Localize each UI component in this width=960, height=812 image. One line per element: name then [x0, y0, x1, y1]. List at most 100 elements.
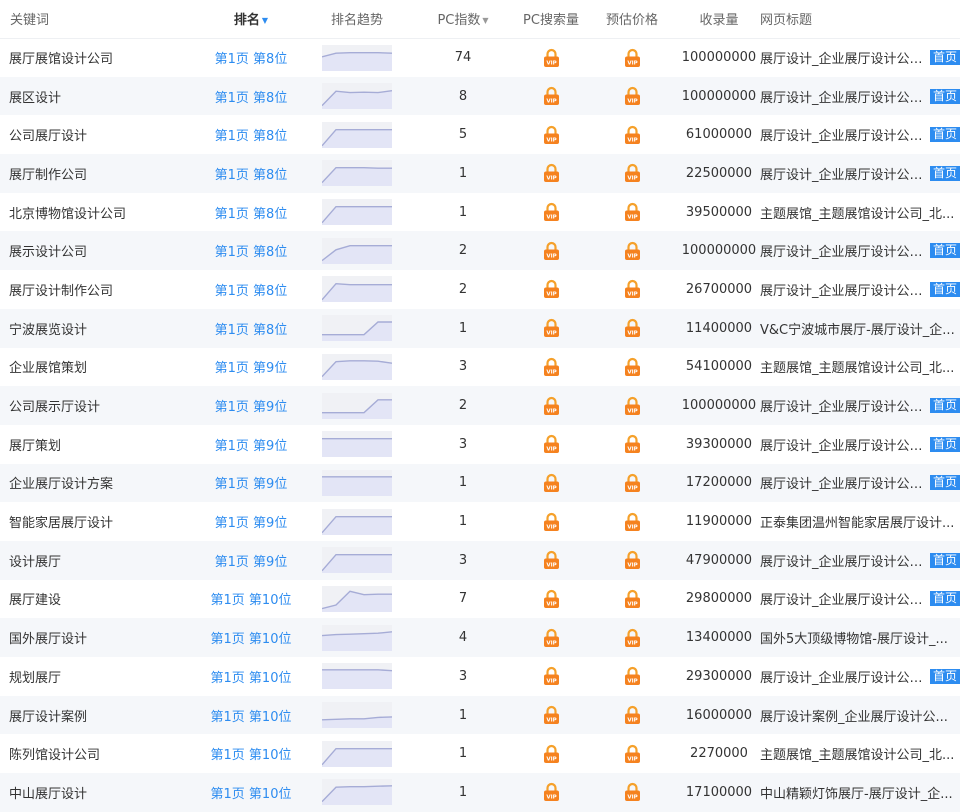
rank-cell[interactable]: 第1页 第9位: [196, 464, 306, 503]
rank-trend-sparkline[interactable]: [322, 121, 392, 148]
rank-link[interactable]: 第1页 第9位: [215, 555, 288, 570]
vip-lock-icon[interactable]: VIP: [624, 628, 641, 648]
page-title-link[interactable]: 展厅设计_企业展厅设计公司_: [760, 164, 929, 183]
rank-link[interactable]: 第1页 第8位: [215, 323, 288, 338]
page-title-link[interactable]: 主题展馆_主题展馆设计公司_北...: [760, 203, 954, 222]
page-title-cell[interactable]: 正泰集团温州智能家居展厅设计...: [758, 502, 960, 541]
header-pc-index[interactable]: PC指数 ▼: [408, 0, 518, 39]
page-title-link[interactable]: 展厅设计_企业展厅设计公司_: [760, 87, 929, 106]
page-title-cell[interactable]: 展厅设计_企业展厅设计公司_ 首页: [758, 154, 960, 193]
rank-trend-sparkline[interactable]: [322, 276, 392, 303]
vip-lock-icon[interactable]: VIP: [543, 473, 560, 493]
rank-trend-sparkline[interactable]: [322, 237, 392, 264]
rank-link[interactable]: 第1页 第10位: [211, 787, 292, 802]
vip-lock-icon[interactable]: VIP: [543, 241, 560, 261]
vip-lock-icon[interactable]: VIP: [624, 705, 641, 725]
rank-link[interactable]: 第1页 第9位: [215, 361, 288, 376]
rank-link[interactable]: 第1页 第10位: [211, 748, 292, 763]
vip-lock-icon[interactable]: VIP: [624, 48, 641, 68]
rank-link[interactable]: 第1页 第8位: [215, 284, 288, 299]
vip-lock-icon[interactable]: VIP: [543, 628, 560, 648]
vip-lock-icon[interactable]: VIP: [543, 279, 560, 299]
rank-link[interactable]: 第1页 第9位: [215, 400, 288, 415]
rank-trend-sparkline[interactable]: [322, 547, 392, 574]
page-title-link[interactable]: 国外5大顶级博物馆-展厅设计_...: [760, 628, 948, 647]
rank-link[interactable]: 第1页 第10位: [211, 593, 292, 608]
vip-lock-icon[interactable]: VIP: [543, 589, 560, 609]
rank-link[interactable]: 第1页 第9位: [215, 516, 288, 531]
page-title-cell[interactable]: 展厅设计_企业展厅设计公司_ 首页: [758, 541, 960, 580]
rank-cell[interactable]: 第1页 第10位: [196, 618, 306, 657]
page-title-link[interactable]: V&C宁波城市展厅-展厅设计_企...: [760, 319, 955, 338]
rank-cell[interactable]: 第1页 第8位: [196, 309, 306, 348]
vip-lock-icon[interactable]: VIP: [624, 744, 641, 764]
rank-link[interactable]: 第1页 第10位: [211, 632, 292, 647]
rank-trend-sparkline[interactable]: [322, 160, 392, 187]
rank-trend-sparkline[interactable]: [322, 740, 392, 767]
rank-cell[interactable]: 第1页 第8位: [196, 231, 306, 270]
rank-link[interactable]: 第1页 第8位: [215, 207, 288, 222]
page-title-link[interactable]: 正泰集团温州智能家居展厅设计...: [760, 512, 954, 531]
page-title-link[interactable]: 展厅设计_企业展厅设计公司_: [760, 435, 929, 454]
rank-cell[interactable]: 第1页 第8位: [196, 193, 306, 232]
vip-lock-icon[interactable]: VIP: [543, 434, 560, 454]
vip-lock-icon[interactable]: VIP: [624, 318, 641, 338]
vip-lock-icon[interactable]: VIP: [624, 666, 641, 686]
rank-cell[interactable]: 第1页 第10位: [196, 696, 306, 735]
rank-trend-sparkline[interactable]: [322, 392, 392, 419]
page-title-cell[interactable]: 主题展馆_主题展馆设计公司_北...: [758, 734, 960, 773]
vip-lock-icon[interactable]: VIP: [543, 357, 560, 377]
vip-lock-icon[interactable]: VIP: [624, 434, 641, 454]
rank-link[interactable]: 第1页 第8位: [215, 91, 288, 106]
rank-trend-sparkline[interactable]: [322, 624, 392, 651]
page-title-link[interactable]: 展厅设计案例_企业展厅设计公...: [760, 706, 948, 725]
page-title-cell[interactable]: 展厅设计_企业展厅设计公司_ 首页: [758, 657, 960, 696]
rank-trend-sparkline[interactable]: [322, 508, 392, 535]
vip-lock-icon[interactable]: VIP: [543, 744, 560, 764]
page-title-cell[interactable]: V&C宁波城市展厅-展厅设计_企...: [758, 309, 960, 348]
rank-trend-sparkline[interactable]: [322, 431, 392, 458]
vip-lock-icon[interactable]: VIP: [624, 782, 641, 802]
vip-lock-icon[interactable]: VIP: [624, 357, 641, 377]
vip-lock-icon[interactable]: VIP: [624, 86, 641, 106]
page-title-link[interactable]: 展厅设计_企业展厅设计公司_: [760, 125, 929, 144]
page-title-cell[interactable]: 国外5大顶级博物馆-展厅设计_...: [758, 618, 960, 657]
rank-trend-sparkline[interactable]: [322, 353, 392, 380]
rank-cell[interactable]: 第1页 第10位: [196, 734, 306, 773]
rank-link[interactable]: 第1页 第8位: [215, 129, 288, 144]
sort-caret-icon[interactable]: ▼: [262, 16, 268, 25]
rank-cell[interactable]: 第1页 第10位: [196, 580, 306, 619]
page-title-link[interactable]: 展厅设计_企业展厅设计公司_: [760, 241, 929, 260]
vip-lock-icon[interactable]: VIP: [624, 202, 641, 222]
rank-link[interactable]: 第1页 第9位: [215, 439, 288, 454]
rank-cell[interactable]: 第1页 第8位: [196, 38, 306, 77]
rank-trend-sparkline[interactable]: [322, 199, 392, 226]
vip-lock-icon[interactable]: VIP: [543, 163, 560, 183]
rank-cell[interactable]: 第1页 第8位: [196, 77, 306, 116]
header-rank[interactable]: 排名 ▼: [196, 0, 306, 39]
vip-lock-icon[interactable]: VIP: [543, 48, 560, 68]
vip-lock-icon[interactable]: VIP: [624, 241, 641, 261]
rank-cell[interactable]: 第1页 第9位: [196, 348, 306, 387]
vip-lock-icon[interactable]: VIP: [543, 512, 560, 532]
vip-lock-icon[interactable]: VIP: [624, 550, 641, 570]
rank-link[interactable]: 第1页 第10位: [211, 710, 292, 725]
vip-lock-icon[interactable]: VIP: [543, 550, 560, 570]
rank-cell[interactable]: 第1页 第9位: [196, 386, 306, 425]
vip-lock-icon[interactable]: VIP: [543, 318, 560, 338]
page-title-cell[interactable]: 中山精颖灯饰展厅-展厅设计_企...: [758, 773, 960, 812]
page-title-cell[interactable]: 展厅设计_企业展厅设计公司_ 首页: [758, 231, 960, 270]
rank-cell[interactable]: 第1页 第8位: [196, 154, 306, 193]
page-title-link[interactable]: 展厅设计_企业展厅设计公司_: [760, 280, 929, 299]
page-title-link[interactable]: 中山精颖灯饰展厅-展厅设计_企...: [760, 783, 953, 802]
rank-cell[interactable]: 第1页 第9位: [196, 425, 306, 464]
page-title-link[interactable]: 展厅设计_企业展厅设计公司_: [760, 667, 929, 686]
page-title-link[interactable]: 展厅设计_企业展厅设计公司_: [760, 551, 929, 570]
rank-trend-sparkline[interactable]: [322, 663, 392, 690]
rank-trend-sparkline[interactable]: [322, 585, 392, 612]
rank-trend-sparkline[interactable]: [322, 44, 392, 71]
vip-lock-icon[interactable]: VIP: [624, 163, 641, 183]
page-title-link[interactable]: 展厅设计_企业展厅设计公司_: [760, 396, 929, 415]
page-title-cell[interactable]: 展厅设计_企业展厅设计公司_ 首页: [758, 386, 960, 425]
rank-trend-sparkline[interactable]: [322, 315, 392, 342]
